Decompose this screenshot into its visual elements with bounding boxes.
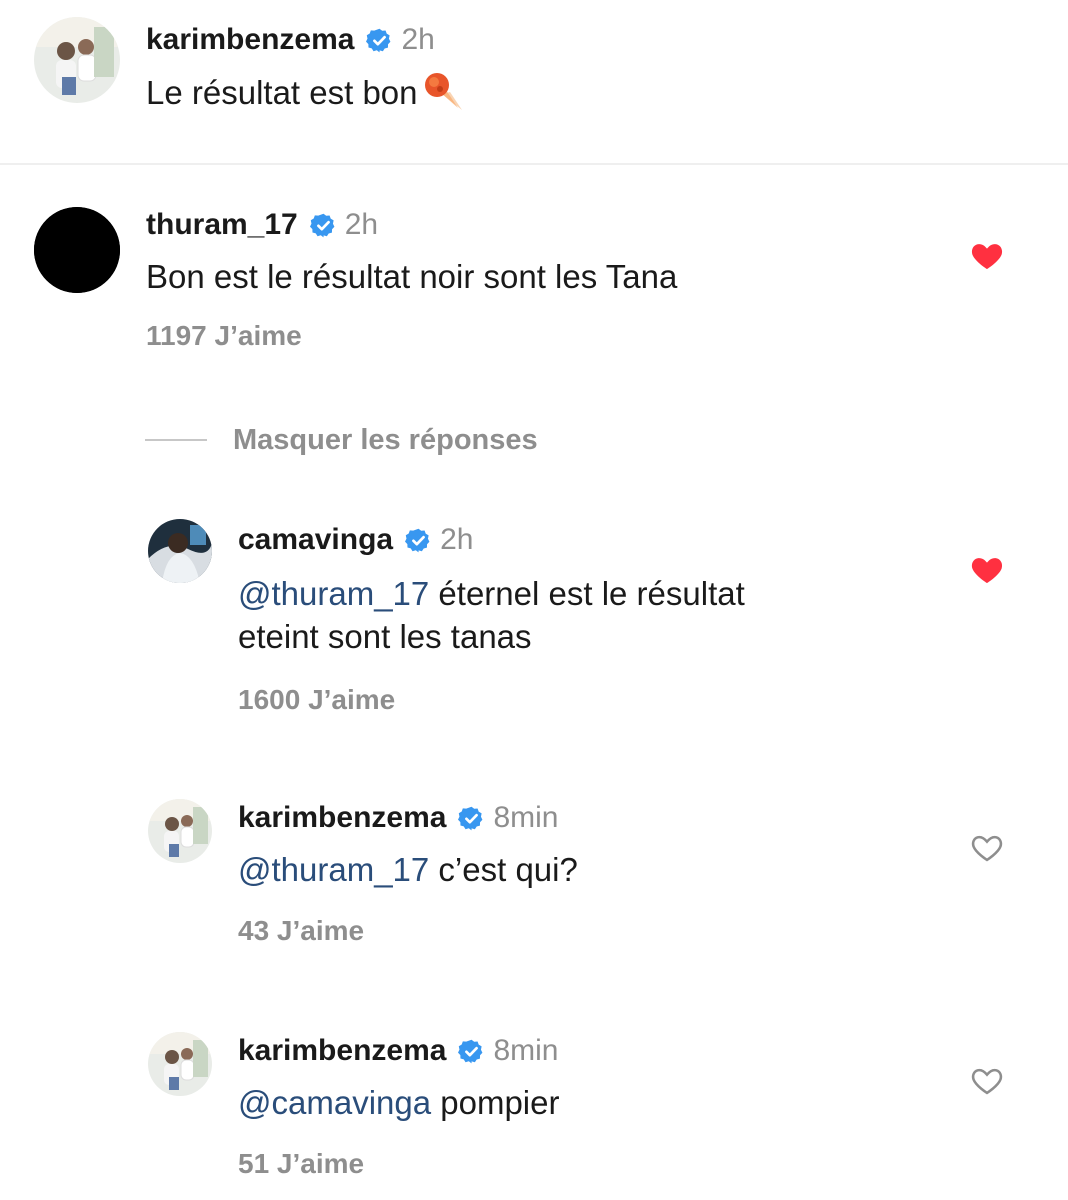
username[interactable]: thuram_17 [146,208,298,242]
timestamp: 2h [344,208,379,241]
timestamp: 8min [493,1034,559,1067]
verified-badge-icon [366,27,393,54]
verified-badge-icon [458,805,485,832]
comment-text: Bon est le résultat noir sont les Tana [146,258,678,295]
replies-line [145,439,207,441]
reply-text: @thuram_17 éternel est le résultat etein… [238,575,745,655]
likes-count[interactable]: 43 J’aime [238,915,578,947]
comment-text: Le résultat est bon [146,68,464,114]
verified-badge-icon [405,527,432,554]
avatar[interactable] [148,519,212,583]
heart-outline-icon[interactable] [970,831,1004,865]
reply-text: @thuram_17 c’est qui? [238,851,578,888]
avatar[interactable] [34,17,120,103]
mention-link[interactable]: @thuram_17 [238,575,429,612]
meteor-emoji-icon [420,68,464,112]
likes-count[interactable]: 1197 J’aime [146,320,677,352]
heart-outline-icon[interactable] [970,1064,1004,1098]
likes-count[interactable]: 51 J’aime [238,1148,559,1180]
username[interactable]: camavinga [238,523,393,557]
heart-filled-icon[interactable] [970,553,1004,587]
verified-badge-icon [309,212,337,239]
heart-filled-icon[interactable] [970,239,1004,273]
reply-text: @camavinga pompier [238,1084,560,1121]
mention-link[interactable]: @camavinga [238,1084,431,1121]
timestamp: 2h [401,23,435,56]
avatar[interactable] [34,207,120,293]
avatar[interactable] [148,799,212,863]
username[interactable]: karimbenzema [238,1034,446,1068]
username[interactable]: karimbenzema [238,801,446,835]
username[interactable]: karimbenzema [146,23,354,57]
hide-replies-label: Masquer les réponses [233,423,538,456]
likes-count[interactable]: 1600 J’aime [238,684,745,716]
verified-badge-icon [458,1038,485,1065]
divider [0,163,1068,165]
mention-link[interactable]: @thuram_17 [238,851,429,888]
timestamp: 2h [440,523,474,556]
avatar[interactable] [148,1032,212,1096]
timestamp: 8min [493,801,559,834]
hide-replies-button[interactable]: Masquer les réponses [145,418,538,462]
